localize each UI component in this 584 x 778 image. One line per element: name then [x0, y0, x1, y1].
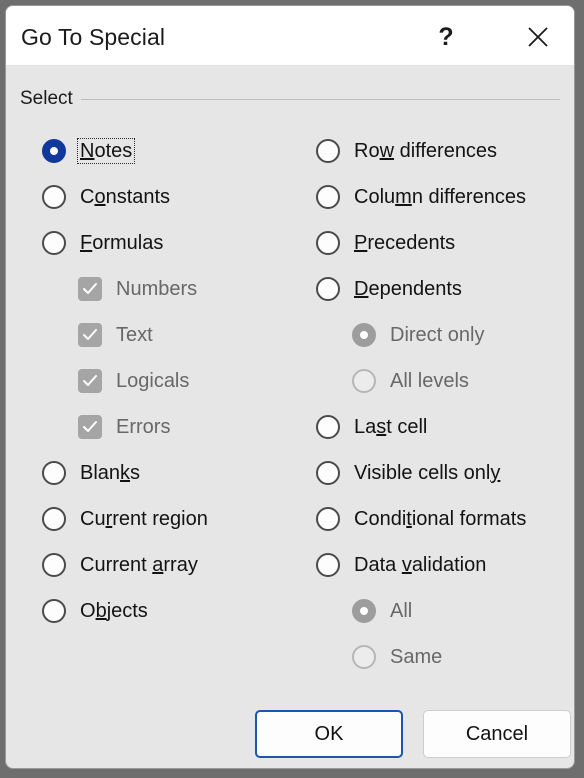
- radio-icon: [352, 369, 376, 393]
- checkbox-icon: [78, 323, 102, 347]
- option-errors: Errors: [78, 412, 170, 442]
- ok-button[interactable]: OK: [255, 710, 403, 758]
- option-label: Visible cells only: [354, 462, 501, 484]
- option-label: Text: [116, 324, 153, 346]
- option-label: Conditional formats: [354, 508, 527, 530]
- group-divider: [20, 99, 560, 100]
- dialog-title: Go To Special: [21, 24, 166, 50]
- radio-icon: [352, 645, 376, 669]
- cancel-button-label: Cancel: [465, 722, 529, 745]
- option-label: Dependents: [354, 278, 462, 300]
- select-group-label: Select: [20, 88, 81, 110]
- radio-icon[interactable]: [42, 599, 66, 623]
- option-label: Numbers: [116, 278, 198, 300]
- question-mark-icon: ?: [438, 22, 454, 51]
- option-current-region[interactable]: Current region: [42, 504, 208, 534]
- close-button[interactable]: [515, 16, 561, 58]
- option-label: All: [390, 600, 413, 622]
- option-notes[interactable]: Notes: [42, 136, 136, 166]
- option-last-cell[interactable]: Last cell: [316, 412, 427, 442]
- option-label: Precedents: [354, 232, 456, 254]
- radio-icon[interactable]: [42, 139, 66, 163]
- radio-icon[interactable]: [316, 231, 340, 255]
- radio-icon[interactable]: [42, 507, 66, 531]
- radio-icon: [352, 323, 376, 347]
- option-label: Direct only: [390, 324, 485, 346]
- option-constants[interactable]: Constants: [42, 182, 170, 212]
- option-label: Errors: [116, 416, 171, 438]
- option-blanks[interactable]: Blanks: [42, 458, 140, 488]
- radio-icon[interactable]: [316, 277, 340, 301]
- option-text: Text: [78, 320, 153, 350]
- radio-icon[interactable]: [42, 185, 66, 209]
- radio-icon[interactable]: [316, 139, 340, 163]
- checkbox-icon: [78, 277, 102, 301]
- option-label: Column differences: [354, 186, 526, 208]
- cancel-button[interactable]: Cancel: [423, 710, 571, 758]
- close-icon: [528, 27, 548, 47]
- go-to-special-dialog: Go To Special ? Select Notes Constants For…: [5, 5, 575, 769]
- option-label: Objects: [80, 600, 148, 622]
- option-direct-only: Direct only: [352, 320, 484, 350]
- option-label: All levels: [390, 370, 469, 392]
- option-label: Notes: [76, 138, 136, 164]
- option-data-validation[interactable]: Data validation: [316, 550, 486, 580]
- radio-icon[interactable]: [316, 185, 340, 209]
- option-same: Same: [352, 642, 442, 672]
- help-button[interactable]: ?: [423, 16, 469, 58]
- option-conditional-formats[interactable]: Conditional formats: [316, 504, 526, 534]
- option-label: Blanks: [80, 462, 141, 484]
- option-all-levels: All levels: [352, 366, 469, 396]
- option-row-differences[interactable]: Row differences: [316, 136, 497, 166]
- option-label: Last cell: [354, 416, 428, 438]
- option-column-differences[interactable]: Column differences: [316, 182, 526, 212]
- radio-icon[interactable]: [316, 461, 340, 485]
- radio-icon[interactable]: [316, 507, 340, 531]
- checkbox-icon: [78, 369, 102, 393]
- option-label: Same: [390, 646, 443, 668]
- option-numbers: Numbers: [78, 274, 197, 304]
- option-label: Logicals: [116, 370, 190, 392]
- option-label: Formulas: [80, 232, 164, 254]
- option-dependents[interactable]: Dependents: [316, 274, 462, 304]
- option-logicals: Logicals: [78, 366, 189, 396]
- option-precedents[interactable]: Precedents: [316, 228, 455, 258]
- radio-icon[interactable]: [42, 461, 66, 485]
- radio-icon[interactable]: [316, 553, 340, 577]
- title-bar: Go To Special ?: [6, 6, 574, 66]
- radio-icon[interactable]: [316, 415, 340, 439]
- option-label: Constants: [80, 186, 171, 208]
- radio-icon[interactable]: [42, 553, 66, 577]
- option-label: Current array: [80, 554, 198, 576]
- ok-button-label: OK: [314, 722, 344, 745]
- option-visible-cells-only[interactable]: Visible cells only: [316, 458, 500, 488]
- option-current-array[interactable]: Current array: [42, 550, 198, 580]
- option-objects[interactable]: Objects: [42, 596, 148, 626]
- checkbox-icon: [78, 415, 102, 439]
- radio-icon: [352, 599, 376, 623]
- option-label: Data validation: [354, 554, 487, 576]
- radio-icon[interactable]: [42, 231, 66, 255]
- option-all: All: [352, 596, 412, 626]
- option-formulas[interactable]: Formulas: [42, 228, 163, 258]
- option-label: Row differences: [354, 140, 498, 162]
- option-label: Current region: [80, 508, 208, 530]
